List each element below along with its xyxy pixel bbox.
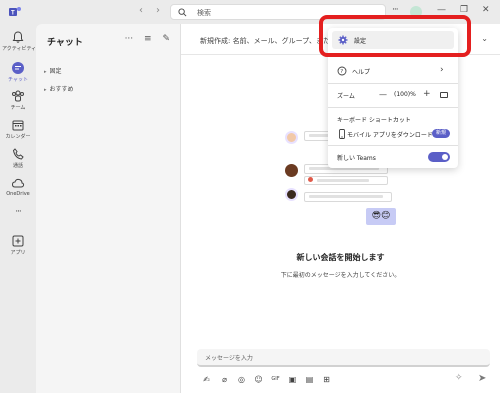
apps-icon xyxy=(12,235,24,247)
caret-right-icon: ▸ xyxy=(44,87,47,93)
pane-actions: ··· ≡ ✎ xyxy=(117,34,170,44)
empty-state-title: 新しい会話を開始します xyxy=(296,253,385,262)
message-input[interactable]: メッセージを入力 xyxy=(197,349,490,367)
svg-text:?: ? xyxy=(340,69,343,75)
menu-item-help[interactable]: ? ヘルプ › xyxy=(328,63,458,79)
toggle-knob xyxy=(442,154,448,160)
zoom-label: ズーム xyxy=(337,93,355,100)
chevron-down-icon[interactable]: ⌄ xyxy=(481,34,488,43)
attach-icon[interactable]: ⌀ xyxy=(219,374,230,385)
avatar xyxy=(285,188,298,201)
pane-title: チャット xyxy=(47,38,83,48)
bell-icon xyxy=(12,31,24,43)
menu-item-new-teams: 新しい Teams xyxy=(328,149,458,165)
apps-icon[interactable]: ⊞ xyxy=(321,374,332,385)
menu-item-label: モバイル アプリをダウンロード xyxy=(347,132,433,139)
avatar xyxy=(285,164,298,177)
loop-icon[interactable]: ◎ xyxy=(236,374,247,385)
rail-item-onedrive[interactable]: OneDrive xyxy=(2,174,34,204)
calendar-icon xyxy=(12,120,24,131)
chevron-right-icon: › xyxy=(440,65,444,75)
svg-text:T: T xyxy=(11,11,15,17)
search-icon xyxy=(178,8,187,17)
teams-icon xyxy=(12,90,24,102)
help-icon: ? xyxy=(337,66,347,76)
new-chat-button[interactable]: ✎ xyxy=(162,34,170,44)
send-icon[interactable]: ➤ xyxy=(478,373,486,384)
menu-item-label: ヘルプ xyxy=(352,69,371,76)
section-label: 固定 xyxy=(49,68,62,75)
empty-state-subtitle: 下に最初のメッセージを入力してください。 xyxy=(280,272,401,279)
rail-item-more[interactable]: ··· xyxy=(2,207,34,223)
emoji-icon[interactable]: ☺ xyxy=(253,374,264,385)
menu-item-label: 新しい Teams xyxy=(337,155,376,162)
reaction-icon xyxy=(308,177,313,182)
new-badge: 新規 xyxy=(432,129,451,138)
divider xyxy=(328,83,458,84)
gif-icon[interactable]: GIF xyxy=(270,374,281,385)
copilot-icon[interactable]: ✧ xyxy=(455,373,463,383)
schedule-icon[interactable]: ▤ xyxy=(304,374,315,385)
divider xyxy=(328,107,458,108)
message-placeholder: メッセージを入力 xyxy=(205,355,253,362)
rail-item-calls[interactable]: 通話 xyxy=(2,145,34,175)
section-label: おすすめ xyxy=(49,86,74,93)
rail-label: カレンダー xyxy=(5,134,31,140)
rail-label: OneDrive xyxy=(6,191,30,197)
rail-label: チャット xyxy=(8,77,28,83)
message-line xyxy=(309,195,383,198)
menu-item-label: キーボード ショートカット xyxy=(337,117,411,124)
chat-icon xyxy=(12,62,24,74)
format-icon[interactable]: ✍ xyxy=(201,374,212,385)
chat-list-pane: チャット ··· ≡ ✎ ▸ 固定 ▸ おすすめ xyxy=(36,24,181,393)
close-button[interactable]: ✕ xyxy=(482,5,490,15)
search-placeholder: 検索 xyxy=(197,9,211,17)
app-rail: アクティビティ チャット チーム カレンダー 通話 OneDrive ··· ア… xyxy=(0,24,36,393)
phone-icon xyxy=(12,148,24,160)
filter-button[interactable]: ≡ xyxy=(144,34,152,44)
zoom-out-button[interactable]: — xyxy=(379,90,387,99)
minimize-button[interactable]: — xyxy=(437,5,446,15)
message-line xyxy=(317,179,369,182)
back-button[interactable]: ‹ xyxy=(139,5,143,16)
section-recommended[interactable]: ▸ おすすめ xyxy=(44,84,74,93)
avatar xyxy=(285,131,298,144)
caret-right-icon: ▸ xyxy=(44,69,47,75)
rail-item-chat[interactable]: チャット xyxy=(2,59,34,89)
teams-logo-icon: T xyxy=(9,7,21,17)
fullscreen-icon[interactable] xyxy=(440,92,448,98)
highlight-callout xyxy=(319,15,471,57)
new-teams-toggle[interactable] xyxy=(428,152,450,162)
new-chat-to-field[interactable]: 新規作成: 名前、メール、グループ、また xyxy=(200,36,330,46)
rail-label: 通話 xyxy=(12,163,23,169)
zoom-value: (100)% xyxy=(394,91,416,98)
rail-label: アプリ xyxy=(10,250,26,256)
zoom-row: ズーム — (100)% + xyxy=(328,87,458,103)
rail-item-apps[interactable]: アプリ xyxy=(2,232,34,262)
rail-item-teams[interactable]: チーム xyxy=(2,87,34,117)
mobile-phone-icon xyxy=(339,129,345,139)
section-pinned[interactable]: ▸ 固定 xyxy=(44,66,62,75)
rail-item-activity[interactable]: アクティビティ xyxy=(2,28,37,58)
forward-button[interactable]: › xyxy=(156,5,160,16)
maximize-button[interactable]: ❐ xyxy=(460,5,468,15)
menu-item-download-mobile[interactable]: モバイル アプリをダウンロード 新規 xyxy=(328,126,458,142)
rail-label: チーム xyxy=(10,105,26,111)
more-options-button[interactable]: ··· xyxy=(125,34,134,44)
more-options-button[interactable]: ··· xyxy=(392,5,399,15)
emoji-reply: 😎😊 xyxy=(366,208,396,225)
divider xyxy=(328,145,458,146)
menu-item-keyboard-shortcuts[interactable]: キーボード ショートカット xyxy=(328,111,458,127)
sticker-icon[interactable]: ▣ xyxy=(287,374,298,385)
rail-item-calendar[interactable]: カレンダー xyxy=(2,116,34,146)
zoom-in-button[interactable]: + xyxy=(423,89,431,99)
rail-label: アクティビティ xyxy=(2,46,37,52)
more-icon: ··· xyxy=(15,207,22,217)
cloud-icon xyxy=(11,178,25,188)
